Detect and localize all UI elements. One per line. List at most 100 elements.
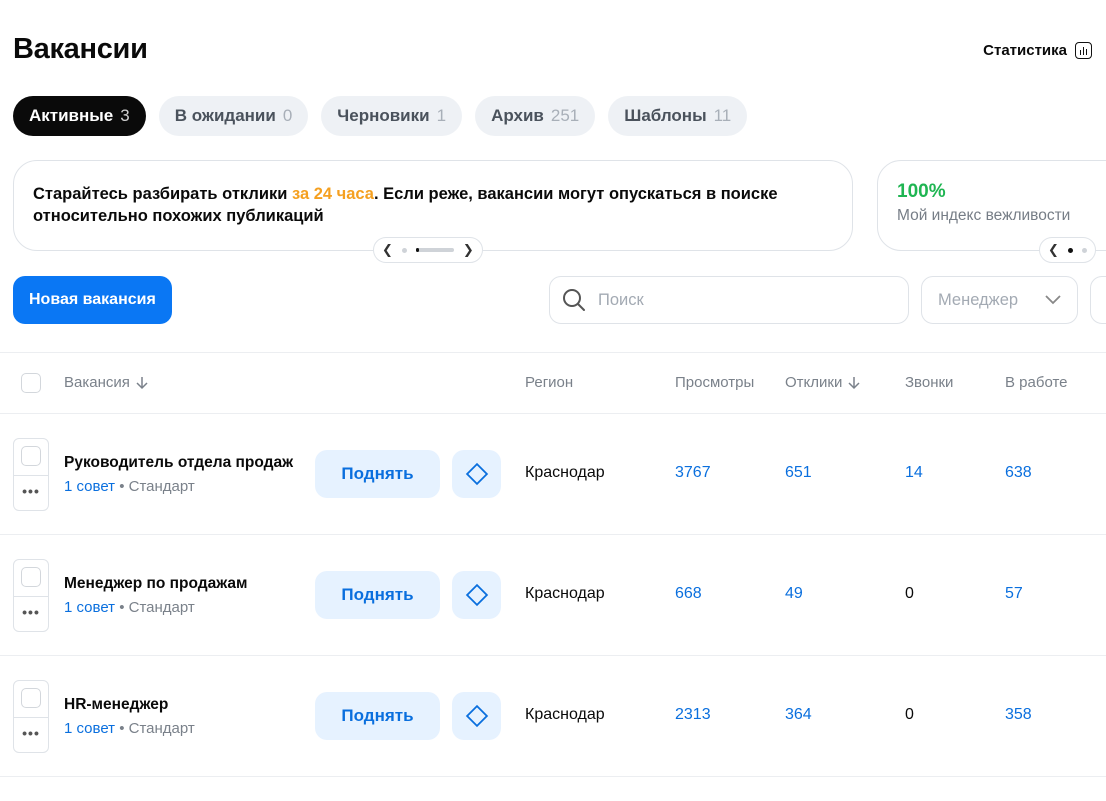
tab-label: Активные	[29, 106, 114, 125]
raise-button[interactable]: Поднять	[315, 571, 440, 619]
table-header: Вакансия Регион Просмотры Отклики Звонки…	[0, 352, 1106, 414]
tip-link[interactable]: 1 совет	[64, 478, 115, 495]
more-icon[interactable]: •••	[14, 604, 48, 620]
tab-drafts[interactable]: Черновики 1	[321, 96, 463, 136]
tab-count: 251	[550, 106, 580, 125]
responses-cell[interactable]: 49	[785, 585, 803, 603]
row-controls: •••	[13, 559, 49, 632]
sort-arrow-icon	[848, 376, 860, 389]
row-checkbox[interactable]	[21, 446, 41, 466]
carousel-progress	[415, 248, 454, 252]
table-row: ••• HR-менеджер 1 совет • Стандарт Подня…	[0, 656, 1106, 777]
region-cell: Краснодар	[525, 585, 605, 602]
region-cell: Краснодар	[525, 706, 605, 723]
table-row: ••• Руководитель отдела продаж 1 совет •…	[0, 414, 1106, 535]
plan-label: Стандарт	[128, 720, 195, 737]
row-controls: •••	[13, 680, 49, 753]
search-input[interactable]	[598, 290, 878, 310]
banner-highlight: за 24 часа	[291, 185, 374, 203]
vacancy-meta: 1 совет • Стандарт	[64, 478, 195, 495]
extra-filter-select[interactable]	[1090, 276, 1106, 324]
vacancy-title[interactable]: HR-менеджер	[64, 696, 168, 714]
manager-select[interactable]: Менеджер	[921, 276, 1078, 324]
tab-label: В ожидании	[174, 106, 276, 125]
tab-count: 0	[282, 106, 293, 125]
card-carousel-control: ❮	[1039, 237, 1096, 263]
column-vacancy[interactable]: Вакансия	[64, 374, 148, 391]
tab-count: 11	[713, 106, 732, 125]
views-cell[interactable]: 668	[675, 585, 702, 603]
promote-button[interactable]	[452, 450, 501, 498]
calls-cell[interactable]: 14	[905, 464, 923, 482]
row-checkbox[interactable]	[21, 688, 41, 708]
search-icon	[563, 289, 585, 311]
sort-arrow-icon	[136, 376, 148, 389]
plan-label: Стандарт	[128, 478, 195, 495]
plan-label: Стандарт	[128, 599, 195, 616]
column-region[interactable]: Регион	[525, 374, 573, 391]
in-work-cell[interactable]: 638	[1005, 464, 1032, 482]
new-vacancy-button[interactable]: Новая вакансия	[13, 276, 172, 324]
select-all-checkbox[interactable]	[21, 373, 41, 393]
raise-button[interactable]: Поднять	[315, 450, 440, 498]
politeness-label: Мой индекс вежливости	[897, 207, 1071, 224]
vacancy-title[interactable]: Руководитель отдела продаж	[64, 454, 293, 472]
in-work-cell[interactable]: 358	[1005, 706, 1032, 724]
responses-cell[interactable]: 651	[785, 464, 812, 482]
column-calls[interactable]: Звонки	[905, 374, 953, 391]
statistics-label: Статистика	[983, 42, 1067, 59]
vacancy-meta: 1 совет • Стандарт	[64, 720, 195, 737]
statistics-link[interactable]: Статистика	[983, 42, 1092, 59]
tab-count: 1	[436, 106, 447, 125]
banner-carousel-control: ❮ ❯	[373, 237, 483, 263]
status-tabs: Активные 3 В ожидании 0 Черновики 1 Архи…	[13, 96, 748, 136]
tab-label: Архив	[491, 106, 544, 125]
tab-templates[interactable]: Шаблоны 11	[608, 96, 748, 136]
responses-cell[interactable]: 364	[785, 706, 812, 724]
column-in-work[interactable]: В работе	[1005, 374, 1068, 391]
region-cell: Краснодар	[525, 464, 605, 481]
table-row: ••• Менеджер по продажам 1 совет • Станд…	[0, 535, 1106, 656]
banner-text-before: Старайтесь разбирать отклики	[33, 185, 292, 203]
arrow-left-icon[interactable]: ❮	[382, 242, 393, 258]
politeness-value: 100%	[897, 181, 946, 202]
raise-button[interactable]: Поднять	[315, 692, 440, 740]
vacancy-title[interactable]: Менеджер по продажам	[64, 575, 248, 593]
calls-cell: 0	[905, 585, 914, 602]
more-icon[interactable]: •••	[14, 725, 48, 741]
in-work-cell[interactable]: 57	[1005, 585, 1023, 603]
diamond-icon	[465, 583, 488, 607]
row-controls: •••	[13, 438, 49, 511]
tab-active[interactable]: Активные 3	[13, 96, 146, 136]
tab-count: 3	[120, 106, 130, 125]
views-cell[interactable]: 2313	[675, 706, 711, 724]
promote-button[interactable]	[452, 571, 501, 619]
calls-cell: 0	[905, 706, 914, 723]
column-views[interactable]: Просмотры	[675, 374, 754, 391]
arrow-right-icon[interactable]: ❯	[463, 242, 474, 258]
tab-label: Черновики	[337, 106, 430, 125]
carousel-dot[interactable]	[1067, 247, 1073, 253]
row-checkbox[interactable]	[21, 567, 41, 587]
column-label: Вакансия	[64, 374, 130, 391]
manager-select-label: Менеджер	[938, 290, 1019, 309]
views-cell[interactable]: 3767	[675, 464, 711, 482]
search-box	[549, 276, 909, 324]
chevron-down-icon	[1045, 295, 1061, 305]
arrow-left-icon[interactable]: ❮	[1048, 242, 1059, 258]
tab-pending[interactable]: В ожидании 0	[158, 96, 309, 136]
promote-button[interactable]	[452, 692, 501, 740]
page-title: Вакансии	[13, 33, 148, 65]
more-icon[interactable]: •••	[14, 483, 48, 499]
tab-archive[interactable]: Архив 251	[475, 96, 596, 136]
carousel-dot[interactable]	[401, 247, 407, 253]
stats-icon	[1075, 42, 1092, 59]
tab-label: Шаблоны	[624, 106, 707, 125]
column-responses[interactable]: Отклики	[785, 374, 860, 391]
carousel-dot[interactable]	[1081, 247, 1087, 253]
diamond-icon	[465, 704, 488, 728]
vacancy-meta: 1 совет • Стандарт	[64, 599, 195, 616]
tip-link[interactable]: 1 совет	[64, 599, 115, 616]
tip-link[interactable]: 1 совет	[64, 720, 115, 737]
column-label: Отклики	[785, 374, 843, 391]
